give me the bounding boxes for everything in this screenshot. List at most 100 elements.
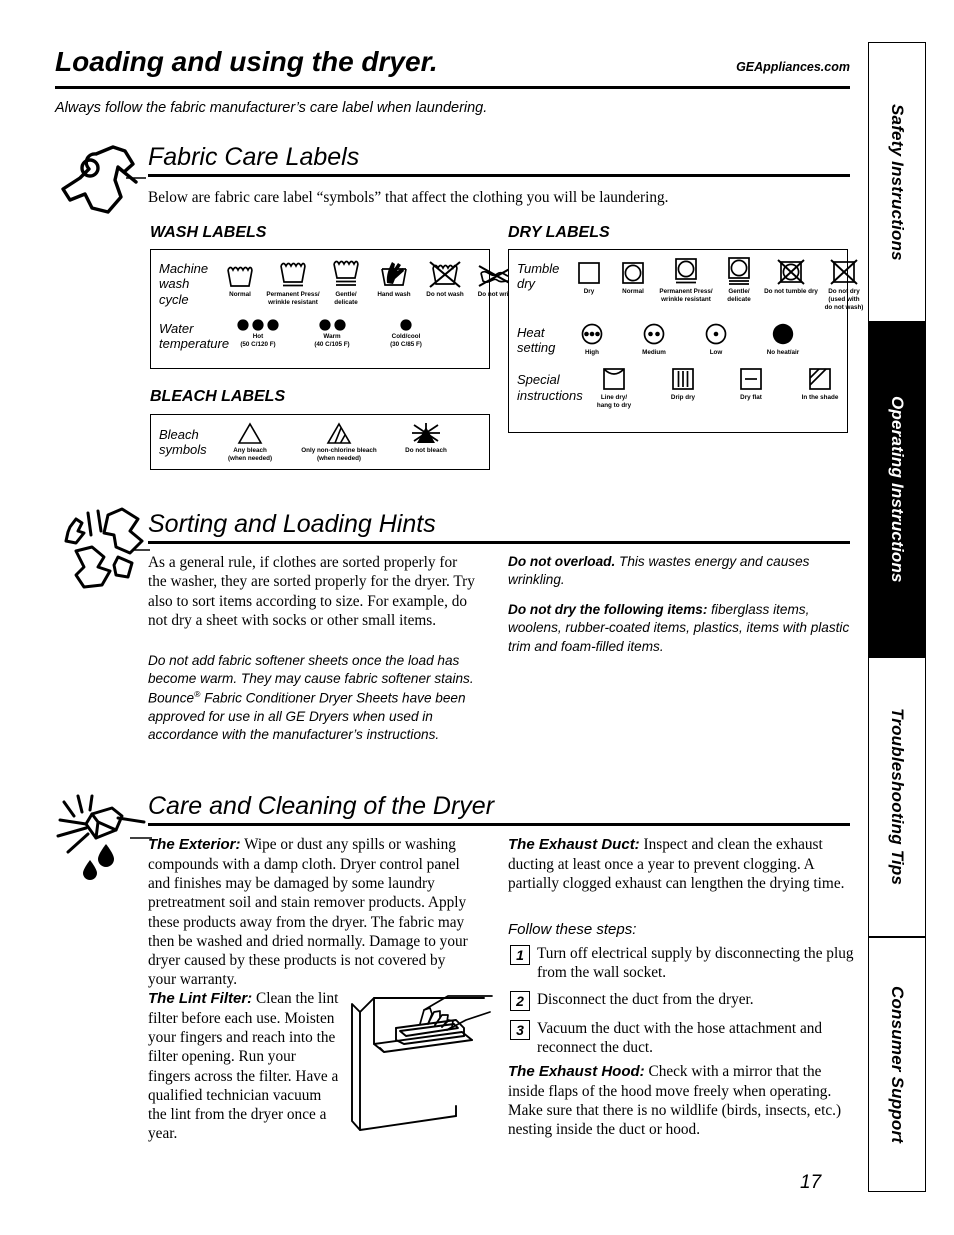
cell-cold-cool: Cold/cool (30 C/85 F) <box>375 317 437 349</box>
cell-no-heat-air: No heat/air <box>761 321 805 357</box>
step-number: 2 <box>510 991 530 1012</box>
wash-tub-hand-wash-icon <box>378 259 410 289</box>
square-dry-icon <box>576 258 602 286</box>
cell-medium: Medium <box>637 321 671 357</box>
cell-drip-dry: Drip dry <box>663 366 703 402</box>
tab-label: Consumer Support <box>888 985 907 1144</box>
dry-labels-heading: DRY LABELS <box>508 224 610 241</box>
dry-labels-table: Tumble dry Dry Normal Permanent Press/ w… <box>508 249 863 433</box>
section-rule <box>148 823 850 826</box>
cell-caption: Cold/cool (30 C/85 F) <box>390 332 422 348</box>
tab-operating-instructions[interactable]: Operating Instructions <box>868 322 926 657</box>
cell-caption: Any bleach (when needed) <box>227 447 273 462</box>
drip-dry-icon <box>670 366 696 392</box>
cell-do-not-tumble-dry: Do not tumble dry <box>763 258 819 296</box>
sponge-with-drops-icon <box>56 790 156 895</box>
manual-page: Safety Instructions Operating Instructio… <box>0 0 954 1235</box>
triangle-do-not-bleach-icon <box>410 421 442 445</box>
section-rule <box>148 541 850 544</box>
tab-consumer-support[interactable]: Consumer Support <box>868 937 926 1192</box>
cell-caption: No heat/air <box>766 348 800 356</box>
wash-tub-normal-icon <box>225 259 255 289</box>
cell-caption: Low <box>709 348 723 356</box>
tab-label: Safety Instructions <box>888 103 907 261</box>
lint-filter-body: Clean the lint filter before each use. M… <box>148 990 339 1143</box>
lint-filter-lead: The Lint Filter: <box>148 990 253 1007</box>
triangle-striped-icon <box>326 421 352 445</box>
tab-label: Troubleshooting Tips <box>888 708 907 886</box>
wash-labels-table: Machine wash cycle Normal Permanent Pres… <box>150 249 516 369</box>
table-row-special-instructions: Special instructions Line dry/hang to dry… <box>509 356 847 410</box>
table-row-bleach-symbols: Bleach symbols Any bleach (when needed) On… <box>151 415 489 463</box>
cell-caption: Dry <box>583 288 595 295</box>
step-number: 3 <box>510 1020 530 1041</box>
exhaust-hood-lead: The Exhaust Hood: <box>508 1063 645 1080</box>
exhaust-duct-paragraph: The Exhaust Duct: Inspect and clean the … <box>508 835 853 893</box>
exterior-body: Wipe or dust any spills or washing compo… <box>148 836 468 989</box>
tab-label: Operating Instructions <box>888 396 907 583</box>
section-heading: Care and Cleaning of the Dryer <box>148 792 495 820</box>
table-row-tumble-dry: Tumble dry Dry Normal Permanent Press/ w… <box>509 250 863 312</box>
circle-dots-one-icon <box>703 321 729 347</box>
section-rule <box>148 174 850 177</box>
square-circle-permanent-press-icon <box>673 258 699 286</box>
cell-caption: Gentle/delicate <box>727 288 751 303</box>
cell-caption: Drip dry <box>670 394 696 402</box>
cell-caption: Medium <box>642 348 666 356</box>
table-row-machine-wash-cycle: Machine wash cycle Normal Permanent Pres… <box>151 250 516 307</box>
garment-icon <box>58 142 146 225</box>
cell-permanent-press: Permanent Press/wrinkle resistant <box>657 258 715 304</box>
step-text: Turn off electrical supply by disconnect… <box>537 945 854 981</box>
tumbling-clothes-icon <box>58 505 158 602</box>
circle-dots-three-icon <box>579 321 605 347</box>
exhaust-duct-lead: The Exhaust Duct: <box>508 836 640 853</box>
cell-caption: Normal <box>229 291 251 298</box>
row-label: Bleach symbols <box>159 427 207 458</box>
cell-do-not-bleach: Do not bleach <box>395 421 457 455</box>
step-item: 2 Disconnect the duct from the dryer. <box>510 991 855 1012</box>
square-circle-gentle-icon <box>726 257 752 286</box>
fabric-care-intro: Below are fabric care label “symbols” th… <box>148 189 669 206</box>
section-sorting-loading-hints: Sorting and Loading Hints <box>148 510 850 544</box>
do-not-overload-lead: Do not overload. <box>508 554 616 569</box>
wash-tub-permanent-press-icon <box>278 259 308 289</box>
section-fabric-care-labels: Fabric Care Labels <box>148 143 850 177</box>
cell-low: Low <box>699 321 733 357</box>
circle-filled-icon <box>770 321 796 347</box>
exterior-lead: The Exterior: <box>148 836 241 853</box>
cell-dry-flat: Dry flat <box>731 366 771 402</box>
cell-any-bleach: Any bleach (when needed) <box>217 421 283 463</box>
page-title: Loading and using the dryer. <box>55 46 438 77</box>
tab-safety-instructions[interactable]: Safety Instructions <box>868 42 926 322</box>
cell-caption: Do not wash <box>426 291 464 298</box>
cell-do-not-dry: Do not dry (used with do not wash) <box>822 258 866 312</box>
do-not-tumble-dry-icon <box>776 258 806 286</box>
dots-two-icon <box>317 317 348 331</box>
dots-three-icon <box>235 317 281 331</box>
cell-caption: In the shade <box>801 394 839 402</box>
tab-troubleshooting-tips[interactable]: Troubleshooting Tips <box>868 657 926 937</box>
step-item: 3 Vacuum the duct with the hose attachme… <box>510 1020 855 1057</box>
step-number: 1 <box>510 945 530 965</box>
exhaust-duct-steps: 1 Turn off electrical supply by disconne… <box>510 945 855 1067</box>
cell-normal: Normal <box>219 259 261 299</box>
cell-caption: Permanent Press/wrinkle resistant <box>266 291 320 306</box>
wash-labels-heading: WASH LABELS <box>150 224 267 241</box>
follow-these-steps-label: Follow these steps: <box>508 921 637 938</box>
cell-hot: Hot (50 C/120 F) <box>227 317 289 349</box>
step-text: Disconnect the duct from the dryer. <box>537 991 754 1009</box>
step-text: Vacuum the duct with the hose attachment… <box>537 1020 823 1056</box>
cell-hand-wash: Hand wash <box>371 259 417 299</box>
website-link[interactable]: GEAppliances.com <box>736 60 850 74</box>
section-tab-strip: Safety Instructions Operating Instructio… <box>868 42 926 1192</box>
do-not-dry-lead: Do not dry the following items: <box>508 601 708 617</box>
table-row-water-temperature: Water temperature Hot (50 C/120 F) Warm (40… <box>151 307 489 352</box>
row-label: Machine wash cycle <box>159 261 209 307</box>
cell-line-dry: Line dry/hang to dry <box>593 366 635 410</box>
cell-caption: Do not tumble dry <box>764 288 818 295</box>
do-not-overload-paragraph: Do not overload. This wastes energy and … <box>508 553 853 590</box>
row-label: Water temperature <box>159 320 230 352</box>
cell-warm: Warm (40 C/105 F) <box>301 317 363 349</box>
sorting-left-paragraph-2: Do not add fabric softener sheets once t… <box>148 652 483 745</box>
row-label: Heat setting <box>517 324 556 355</box>
